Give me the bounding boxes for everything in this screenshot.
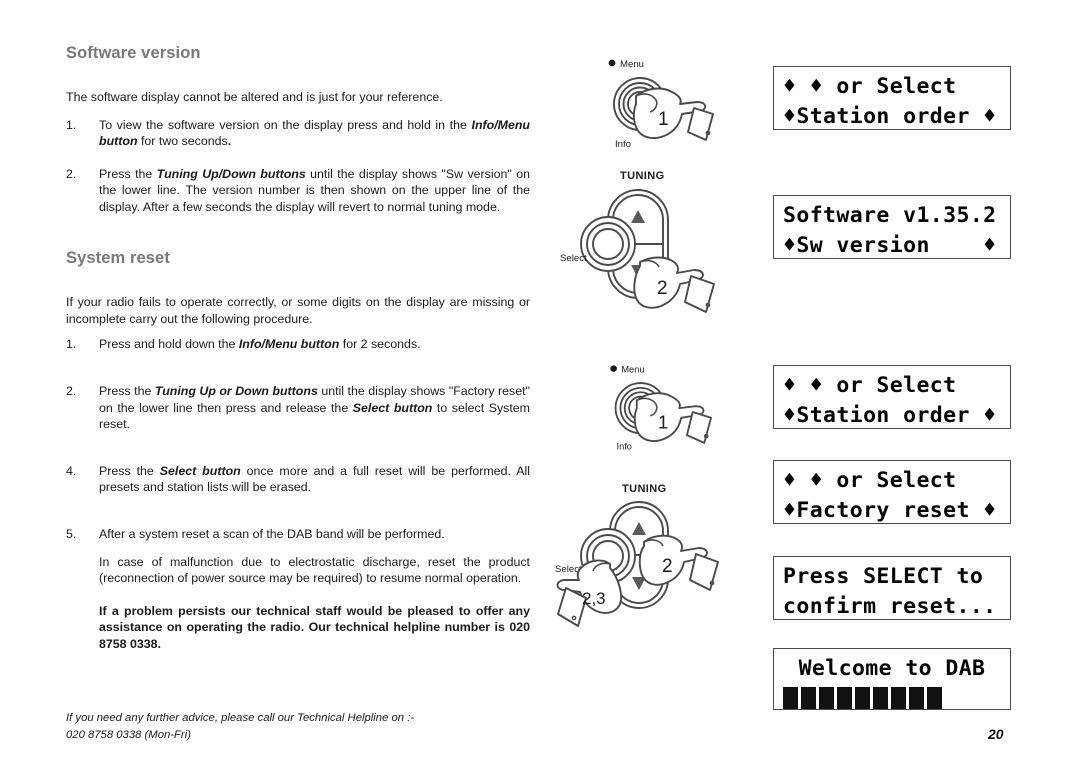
system-reset-steps: 1. Press and hold down the Info/Menu but… xyxy=(66,336,530,586)
display-factory-reset: ♦ ♦ or Select ♦Factory reset ♦ xyxy=(773,460,1011,524)
step-text: Press and hold down the Info/Menu button… xyxy=(99,337,421,352)
info-menu-diagram: Menu Info 1 xyxy=(610,364,712,452)
footer-line-1: If you need any further advice, please c… xyxy=(66,712,415,724)
menu-label: Menu xyxy=(620,59,644,70)
tuning-label: TUNING xyxy=(620,170,665,182)
display-line-2: ♦Station order ♦ xyxy=(783,104,997,129)
list-item: 2. Press the Tuning Up/Down buttons unti… xyxy=(66,166,530,216)
step-sub-text: In case of malfunction due to electrosta… xyxy=(99,554,530,586)
step-number: 1. xyxy=(66,337,77,352)
display-line-2: ♦Station order ♦ xyxy=(783,403,997,428)
progress-block xyxy=(801,687,816,709)
illustration-tuning-2: TUNING Select 2 2,3 xyxy=(552,480,732,636)
menu-dot-icon xyxy=(608,59,616,67)
hand-step-number: 1 xyxy=(658,109,669,130)
tuning-label: TUNING xyxy=(622,483,667,495)
info-label: Info xyxy=(617,442,632,452)
progress-block xyxy=(927,687,942,709)
step-number: 2. xyxy=(66,166,77,181)
text-column: Software version The software display ca… xyxy=(66,44,530,653)
step-text: Press the Tuning Up/Down buttons until t… xyxy=(99,166,530,214)
software-version-steps: 1. To view the software version on the d… xyxy=(66,117,530,216)
step-number: 1. xyxy=(66,117,77,132)
display-line-1: Software v1.35.2 xyxy=(783,203,997,228)
display-line-1: ♦ ♦ or Select xyxy=(783,468,957,493)
select-button[interactable] xyxy=(580,216,636,272)
hand-step-number-tuning: 2 xyxy=(662,556,673,577)
tuning-diagram-two-hands: TUNING Select 2 2,3 xyxy=(555,483,719,627)
hand-cuff-tuning xyxy=(689,553,719,591)
hand-step-number: 2 xyxy=(657,278,668,299)
illustration-tuning-1: TUNING Select 2 xyxy=(558,166,724,316)
step-text: Press the Tuning Up or Down buttons unti… xyxy=(99,384,531,432)
hand-step-number-select: 2,3 xyxy=(582,589,606,608)
display-line-1: ♦ ♦ or Select xyxy=(783,373,957,398)
hand-step-number: 1 xyxy=(658,411,668,432)
display-line-2: confirm reset... xyxy=(783,594,997,619)
display-line-1: Welcome to DAB xyxy=(798,656,986,681)
progress-block xyxy=(837,687,852,709)
display-line-2: ♦Factory reset ♦ xyxy=(783,498,997,523)
progress-block xyxy=(891,687,906,709)
display-line-2: ♦Sw version ♦ xyxy=(783,233,997,258)
step-text: To view the software version on the disp… xyxy=(99,117,530,149)
progress-block xyxy=(819,687,834,709)
system-reset-intro: If your radio fails to operate correctly… xyxy=(66,295,530,326)
illustration-info-menu-button-2: Menu Info 1 xyxy=(596,358,720,466)
page-title-software-version: Software version xyxy=(66,44,201,62)
list-item: 1. Press and hold down the Info/Menu but… xyxy=(66,336,530,353)
progress-block xyxy=(909,687,924,709)
footer-line-2: 020 8758 0338 (Mon-Fri) xyxy=(66,729,191,741)
manual-page: Software version The software display ca… xyxy=(0,0,1080,763)
progress-block xyxy=(783,687,798,709)
step-number: 5. xyxy=(66,527,77,542)
page-number: 20 xyxy=(988,726,1004,742)
list-item: 5. After a system reset a scan of the DA… xyxy=(66,526,530,587)
page-title-system-reset: System reset xyxy=(66,249,170,268)
display-line-1: Press SELECT to xyxy=(783,564,984,589)
progress-block xyxy=(855,687,870,709)
step-number: 2. xyxy=(66,384,77,399)
display-station-order-1: ♦ ♦ or Select ♦Station order ♦ xyxy=(773,66,1011,130)
display-confirm-reset: Press SELECT to confirm reset... xyxy=(773,556,1011,620)
menu-dot-icon xyxy=(610,365,617,372)
tuning-diagram: TUNING Select 2 xyxy=(560,170,715,313)
helpline-note: If a problem persists our technical staf… xyxy=(99,603,530,651)
software-version-intro: The software display cannot be altered a… xyxy=(66,90,443,104)
display-station-order-2: ♦ ♦ or Select ♦Station order ♦ xyxy=(773,365,1011,429)
progress-block xyxy=(873,687,888,709)
list-item: 2. Press the Tuning Up or Down buttons u… xyxy=(66,383,530,433)
menu-label: Menu xyxy=(621,364,644,374)
display-software-version: Software v1.35.2 ♦Sw version ♦ xyxy=(773,195,1011,259)
progress-bar xyxy=(783,687,1001,709)
illustration-info-menu-button-1: Menu Info 1 xyxy=(596,52,720,164)
display-welcome: Welcome to DAB xyxy=(773,648,1011,710)
step-text: Press the Select button once more and a … xyxy=(99,463,530,495)
list-item: 1. To view the software version on the d… xyxy=(66,117,530,150)
step-text: After a system reset a scan of the DAB b… xyxy=(99,527,445,542)
step-number: 4. xyxy=(66,463,77,478)
display-line-1: ♦ ♦ or Select xyxy=(783,74,957,99)
info-label: Info xyxy=(615,139,631,150)
footer-advice: If you need any further advice, please c… xyxy=(66,710,486,744)
info-menu-diagram: Menu Info 1 xyxy=(608,59,714,150)
select-label: Select xyxy=(560,253,587,264)
list-item: 4. Press the Select button once more and… xyxy=(66,463,530,496)
